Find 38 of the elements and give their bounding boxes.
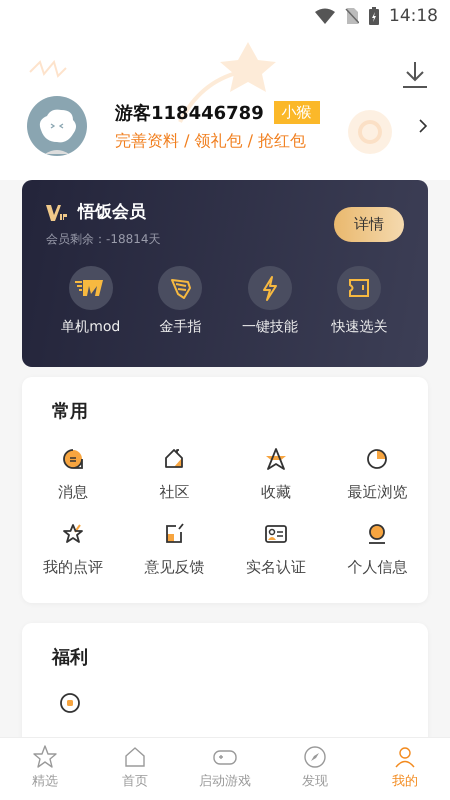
star-icon[interactable] <box>60 522 85 546</box>
compass-icon <box>302 744 328 770</box>
star-icon <box>32 744 58 770</box>
section-title: 福利 <box>52 646 88 669</box>
shortcut-label[interactable]: 收藏 <box>260 483 291 502</box>
level-badge: 小猴 <box>274 101 320 124</box>
wifi-icon <box>315 8 335 24</box>
vip-remaining: 会员剩余：-18814天 <box>46 231 161 248</box>
download-icon[interactable] <box>402 60 428 88</box>
clock-icon[interactable] <box>365 447 390 471</box>
mod-icon[interactable] <box>68 266 113 310</box>
shortcut-label[interactable]: 意见反馈 <box>144 558 204 577</box>
status-time: 14:18 <box>389 6 438 26</box>
shortcut-label[interactable]: 个人信息 <box>347 558 408 577</box>
id-card-icon[interactable] <box>264 522 288 546</box>
battery-icon <box>369 7 379 25</box>
chat-icon[interactable] <box>60 447 85 471</box>
avatar[interactable] <box>27 96 87 156</box>
shortcut-label[interactable]: 消息 <box>58 483 88 502</box>
vip-title: 悟饭会员 <box>78 201 146 223</box>
ticket-icon[interactable] <box>337 266 382 310</box>
coin-icon[interactable] <box>58 691 82 715</box>
feature-label[interactable]: 一键技能 <box>242 318 298 336</box>
feature-label[interactable]: 单机mod <box>61 318 120 336</box>
no-sim-icon <box>345 8 359 24</box>
feature-label[interactable]: 快速选关 <box>331 318 388 336</box>
shortcut-label[interactable]: 我的点评 <box>42 558 103 577</box>
vip-logo-icon <box>46 202 68 220</box>
user-name: 游客118446789 <box>115 102 264 124</box>
details-button[interactable]: 详情 <box>334 206 404 242</box>
lightning-icon[interactable] <box>248 266 292 310</box>
feature-label[interactable]: 金手指 <box>159 318 202 336</box>
star-icon[interactable] <box>264 447 288 471</box>
chevron-right-icon[interactable] <box>418 118 428 134</box>
shortcut-label[interactable]: 实名认证 <box>246 558 306 577</box>
shortcut-label[interactable]: 社区 <box>159 483 190 502</box>
section-title: 常用 <box>52 400 88 423</box>
shortcut-label[interactable]: 最近浏览 <box>347 483 408 502</box>
